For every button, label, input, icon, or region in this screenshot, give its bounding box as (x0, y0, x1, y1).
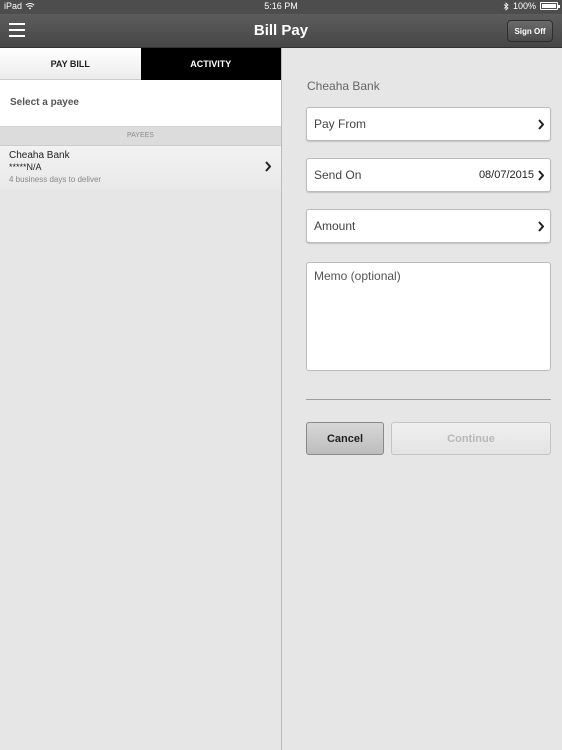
select-payee-prompt: Select a payee (0, 80, 281, 127)
chevron-right-icon (538, 221, 544, 232)
pay-from-label: Pay From (314, 117, 367, 131)
payment-form: Cheaha Bank Pay From Send On 08/07/2015 … (282, 48, 562, 750)
amount-label: Amount (314, 219, 356, 233)
payees-section-header: PAYEES (0, 127, 281, 146)
chevron-right-icon (538, 170, 544, 181)
clock: 5:16 PM (264, 1, 298, 11)
send-on-date: 08/07/2015 (478, 169, 534, 181)
battery-percent: 100% (512, 1, 536, 11)
sign-off-button[interactable]: Sign Off (507, 20, 553, 42)
chevron-right-icon (265, 161, 271, 172)
payee-account: *****N/A (9, 162, 42, 172)
bluetooth-icon (503, 1, 509, 11)
payee-name: Cheaha Bank (9, 150, 70, 161)
nav-bar: Bill Pay Sign Off (0, 14, 562, 48)
selected-payee-title: Cheaha Bank (307, 79, 380, 93)
pay-from-field[interactable]: Pay From (306, 107, 551, 141)
tab-pay-bill[interactable]: PAY BILL (0, 48, 141, 80)
cancel-button[interactable]: Cancel (306, 422, 384, 455)
payee-delivery-time: 4 business days to deliver (9, 175, 102, 184)
memo-input[interactable] (306, 262, 551, 371)
amount-field[interactable]: Amount (306, 209, 551, 243)
send-on-label: Send On (314, 168, 362, 182)
send-on-field[interactable]: Send On 08/07/2015 (306, 158, 551, 192)
status-bar: iPad 5:16 PM 100% (0, 0, 562, 14)
tab-bar: PAY BILL ACTIVITY (0, 48, 281, 80)
continue-button[interactable]: Continue (391, 422, 551, 455)
payee-panel: PAY BILL ACTIVITY Select a payee PAYEES … (0, 48, 281, 750)
chevron-right-icon (538, 119, 544, 130)
page-title: Bill Pay (253, 22, 309, 39)
divider (306, 399, 551, 400)
payee-row[interactable]: Cheaha Bank *****N/A 4 business days to … (0, 146, 281, 190)
tab-activity[interactable]: ACTIVITY (140, 48, 281, 80)
battery-icon (540, 2, 560, 10)
